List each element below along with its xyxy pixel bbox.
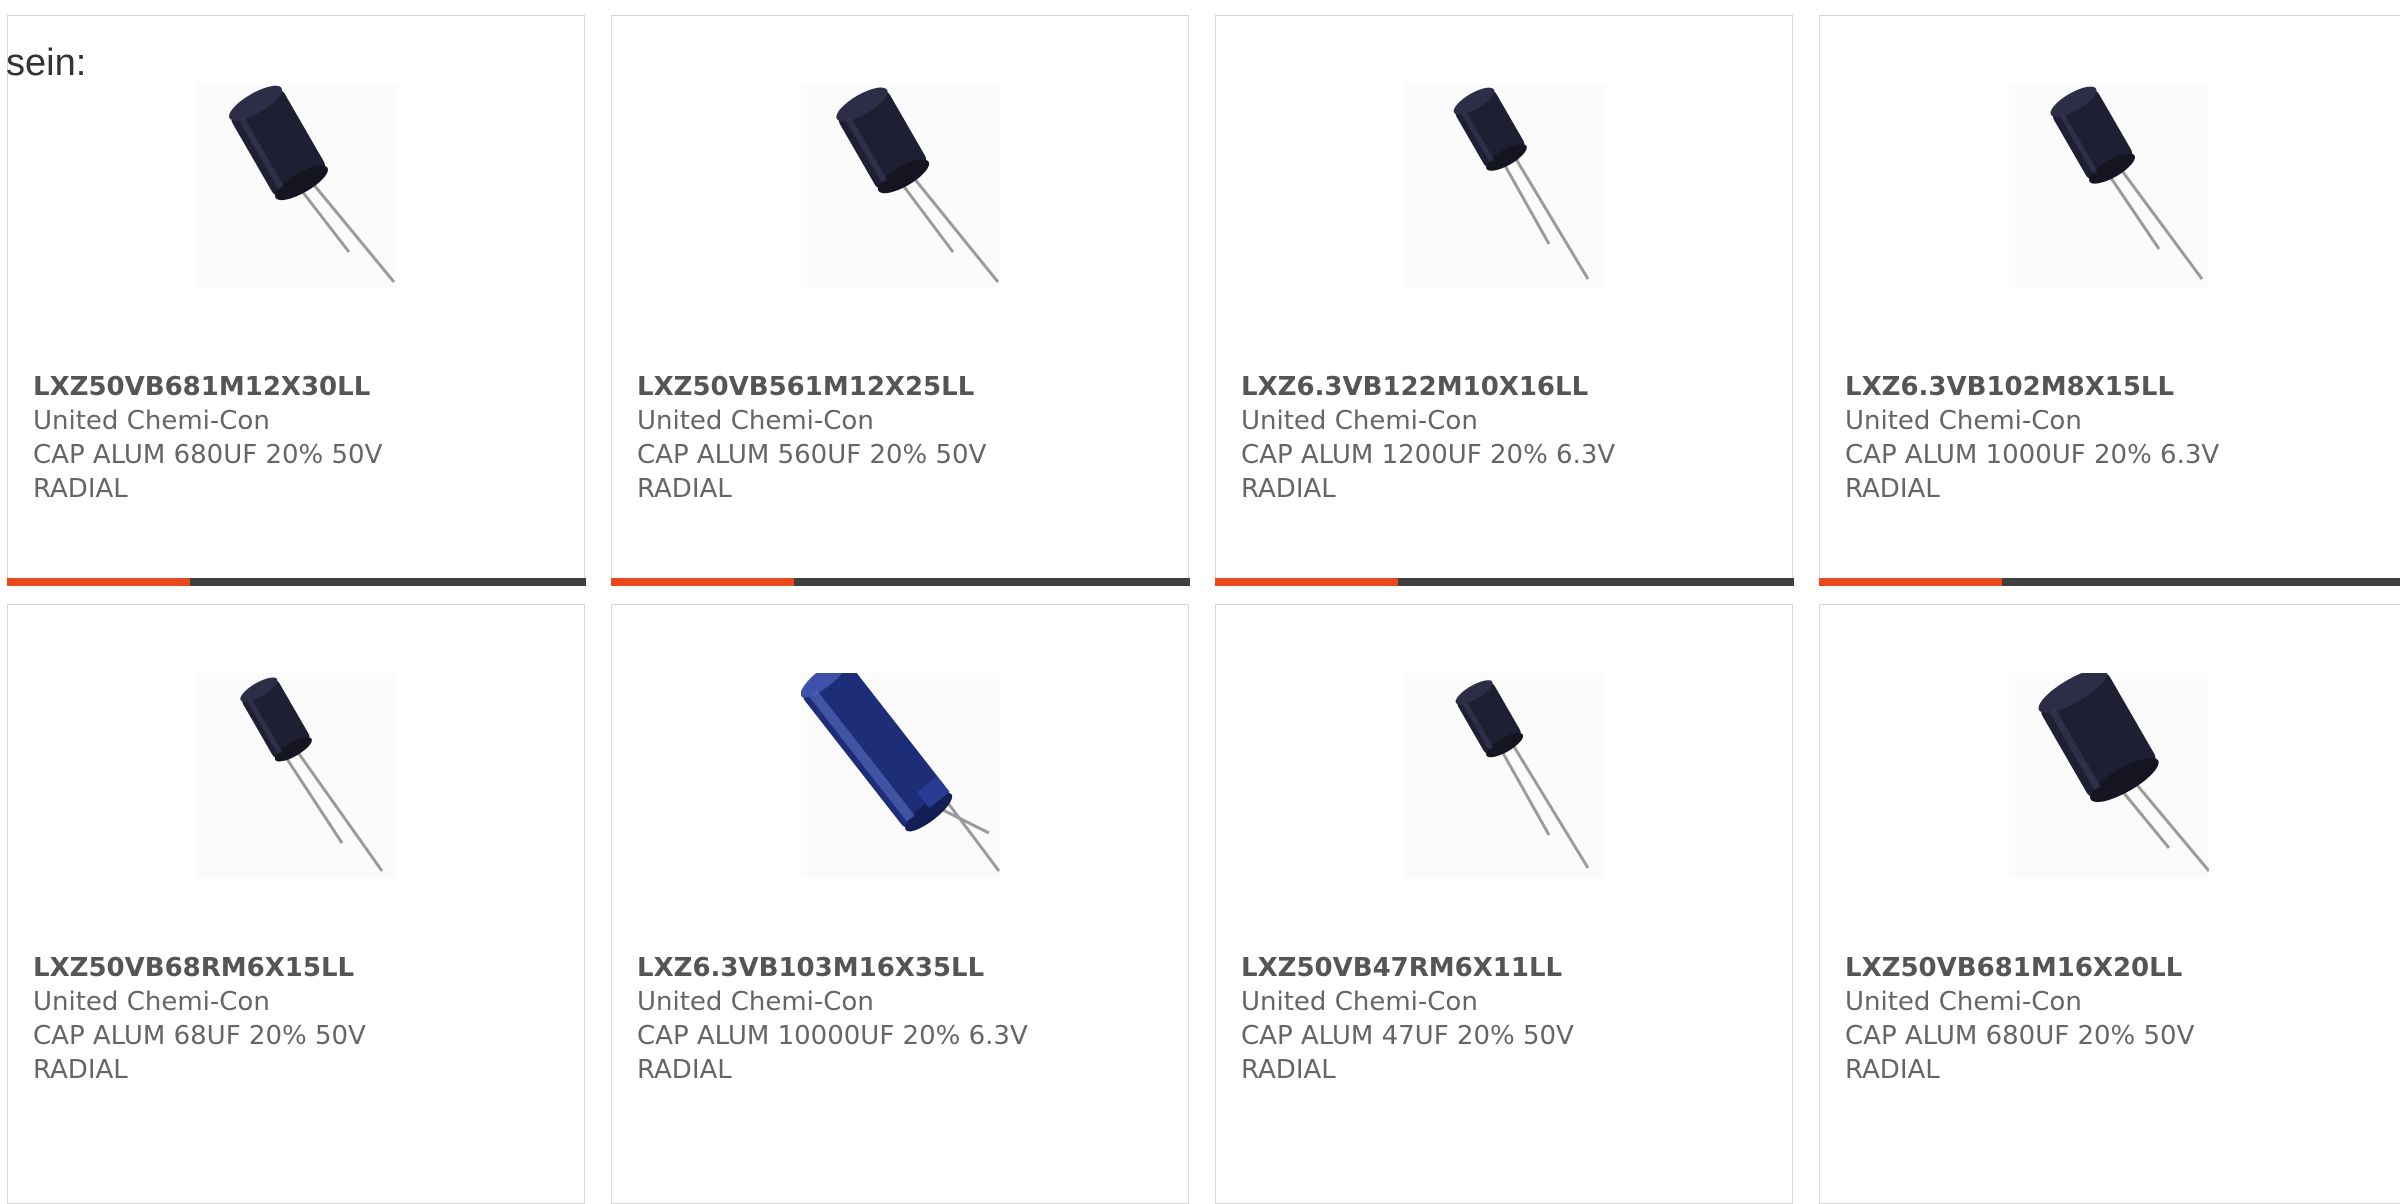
description: CAP ALUM 560UF 20% 50V [637,438,1178,472]
description: CAP ALUM 1200UF 20% 6.3V [1241,438,1782,472]
card-footer-bar [7,578,586,586]
manufacturer: United Chemi-Con [1241,404,1782,438]
description: CAP ALUM 47UF 20% 50V [1241,1019,1782,1053]
product-card[interactable]: LXZ6.3VB102M8X15LL United Chemi-Con CAP … [1819,15,2400,585]
description: CAP ALUM 680UF 20% 50V [1845,1019,2393,1053]
description: CAP ALUM 1000UF 20% 6.3V [1845,438,2393,472]
radial-capacitor-icon[interactable] [197,673,397,878]
radial-capacitor-icon[interactable] [197,84,397,289]
description: CAP ALUM 680UF 20% 50V [33,438,574,472]
part-number-link[interactable]: LXZ50VB561M12X25LL [637,370,1178,404]
product-card[interactable]: LXZ50VB68RM6X15LL United Chemi-Con CAP A… [7,604,585,1204]
package: RADIAL [33,472,574,506]
part-number-link[interactable]: LXZ50VB68RM6X15LL [33,951,574,985]
package: RADIAL [637,472,1178,506]
part-number-link[interactable]: LXZ6.3VB102M8X15LL [1845,370,2393,404]
card-footer-bar [611,578,1190,586]
product-card[interactable]: LXZ50VB681M12X30LL United Chemi-Con CAP … [7,15,585,585]
manufacturer: United Chemi-Con [1241,985,1782,1019]
product-card[interactable]: LXZ50VB47RM6X11LL United Chemi-Con CAP A… [1215,604,1793,1204]
product-card[interactable]: LXZ50VB681M16X20LL United Chemi-Con CAP … [1819,604,2400,1204]
manufacturer: United Chemi-Con [33,985,574,1019]
radial-capacitor-icon[interactable] [2009,84,2209,289]
description: CAP ALUM 10000UF 20% 6.3V [637,1019,1178,1053]
radial-capacitor-icon[interactable] [801,84,1001,289]
package: RADIAL [33,1053,574,1087]
card-footer-accent [1215,578,1398,586]
radial-capacitor-blue-icon[interactable] [801,673,1001,878]
product-card[interactable]: LXZ6.3VB122M10X16LL United Chemi-Con CAP… [1215,15,1793,585]
card-footer-accent [1819,578,2002,586]
package: RADIAL [1241,1053,1782,1087]
part-number-link[interactable]: LXZ50VB681M16X20LL [1845,951,2393,985]
package: RADIAL [637,1053,1178,1087]
card-footer-bar [1215,578,1794,586]
part-number-link[interactable]: LXZ50VB681M12X30LL [33,370,574,404]
description: CAP ALUM 68UF 20% 50V [33,1019,574,1053]
intro-text: sein: [6,44,86,82]
manufacturer: United Chemi-Con [1845,985,2393,1019]
manufacturer: United Chemi-Con [1845,404,2393,438]
package: RADIAL [1845,472,2393,506]
radial-capacitor-icon[interactable] [1405,84,1605,289]
package: RADIAL [1241,472,1782,506]
manufacturer: United Chemi-Con [33,404,574,438]
product-card[interactable]: LXZ50VB561M12X25LL United Chemi-Con CAP … [611,15,1189,585]
part-number-link[interactable]: LXZ6.3VB122M10X16LL [1241,370,1782,404]
part-number-link[interactable]: LXZ6.3VB103M16X35LL [637,951,1178,985]
radial-capacitor-icon[interactable] [1405,673,1605,878]
radial-capacitor-icon[interactable] [2009,673,2209,878]
card-footer-accent [611,578,794,586]
manufacturer: United Chemi-Con [637,404,1178,438]
product-card[interactable]: LXZ6.3VB103M16X35LL United Chemi-Con CAP… [611,604,1189,1204]
package: RADIAL [1845,1053,2393,1087]
manufacturer: United Chemi-Con [637,985,1178,1019]
part-number-link[interactable]: LXZ50VB47RM6X11LL [1241,951,1782,985]
card-footer-bar [1819,578,2400,586]
card-footer-accent [7,578,190,586]
